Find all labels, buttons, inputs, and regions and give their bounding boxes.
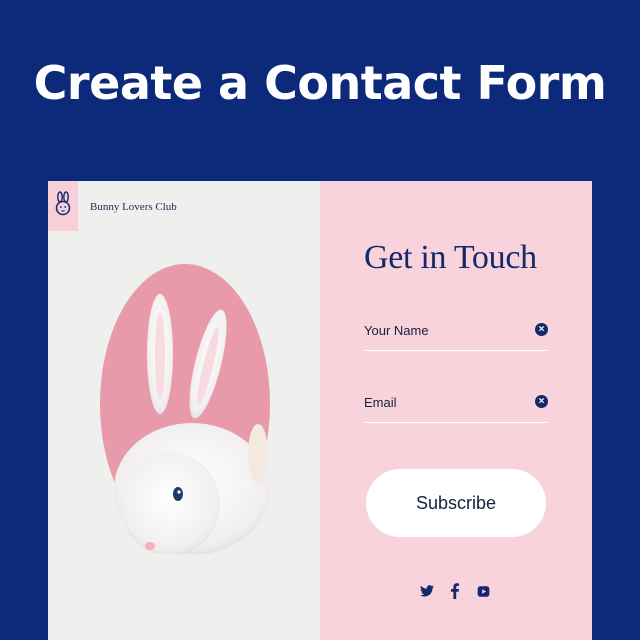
- email-field-label: Email: [364, 395, 397, 410]
- bunny-icon: [54, 190, 72, 222]
- clear-icon[interactable]: ×: [535, 323, 548, 336]
- facebook-icon[interactable]: [448, 583, 462, 599]
- social-links: [420, 583, 490, 599]
- brand-name: Bunny Lovers Club: [90, 201, 177, 213]
- name-field-label: Your Name: [364, 323, 429, 338]
- bunny-photo: [100, 264, 270, 556]
- brand-panel: Bunny Lovers Club: [48, 181, 320, 640]
- contact-form-card: Bunny Lovers Club Get in Touch Your Name…: [48, 181, 592, 640]
- logo[interactable]: [48, 181, 78, 231]
- twitter-icon[interactable]: [420, 583, 434, 599]
- email-field[interactable]: Email ×: [364, 386, 548, 423]
- subscribe-button[interactable]: Subscribe: [366, 469, 546, 537]
- youtube-icon[interactable]: [476, 583, 490, 599]
- form-panel: Get in Touch Your Name × Email × Subscri…: [320, 181, 592, 640]
- clear-icon[interactable]: ×: [535, 395, 548, 408]
- name-field[interactable]: Your Name ×: [364, 314, 548, 351]
- form-title: Get in Touch: [364, 239, 537, 276]
- page-headline: Create a Contact Form: [33, 56, 607, 110]
